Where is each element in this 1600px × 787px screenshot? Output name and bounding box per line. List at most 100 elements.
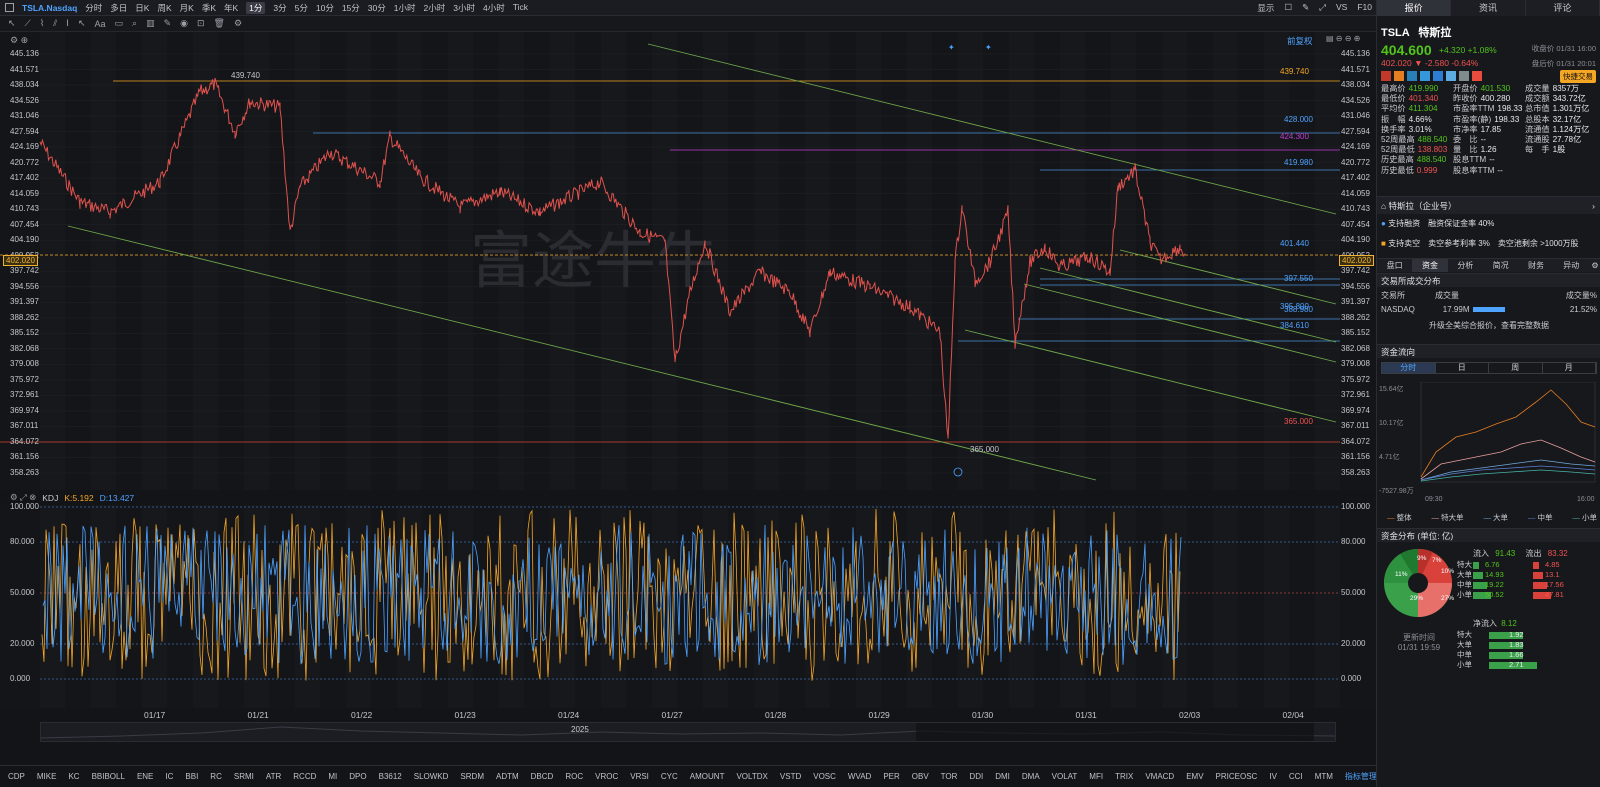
flow-legend-item[interactable]: — 中单	[1528, 512, 1553, 523]
indicator-mike[interactable]: MIKE	[37, 772, 57, 781]
indicator-trix[interactable]: TRIX	[1115, 772, 1133, 781]
tab-comments[interactable]: 评论	[1526, 0, 1600, 16]
indicator-iv[interactable]: IV	[1269, 772, 1277, 781]
indicator-ene[interactable]: ENE	[137, 772, 153, 781]
period-tab[interactable]: 多日	[110, 2, 127, 14]
flow-chart[interactable]	[1401, 382, 1597, 486]
period-tab[interactable]: 3小时	[453, 2, 475, 14]
indicator-bbi[interactable]: BBI	[185, 772, 198, 781]
flow-tab[interactable]: 月	[1543, 363, 1596, 373]
layout-icon[interactable]: ☐	[1284, 2, 1292, 14]
f10-button[interactable]: F10	[1357, 2, 1372, 14]
period-tab[interactable]: 季K	[202, 2, 216, 14]
period-tab[interactable]: 10分	[316, 2, 334, 14]
period-tab[interactable]: 分时	[85, 2, 102, 14]
subtab-settings-icon[interactable]: ⚙	[1589, 259, 1600, 272]
flow-tab[interactable]: 日	[1436, 363, 1489, 373]
option-icon[interactable]	[1394, 71, 1404, 81]
subtab[interactable]: 分析	[1448, 259, 1483, 272]
period-tab[interactable]: 月K	[180, 2, 194, 14]
lock-icon[interactable]: ⊡	[197, 18, 205, 29]
indicator-rccd[interactable]: RCCD	[293, 772, 316, 781]
marker-star-1-icon[interactable]: ✦	[948, 43, 955, 52]
indicator-amount[interactable]: AMOUNT	[690, 772, 725, 781]
period-tab[interactable]: 4小时	[483, 2, 505, 14]
indicator-dmi[interactable]: DMI	[995, 772, 1010, 781]
range-navigator[interactable]: 2025	[40, 722, 1336, 742]
period-tab[interactable]: 日K	[135, 2, 149, 14]
indicator-adtm[interactable]: ADTM	[496, 772, 519, 781]
display-menu[interactable]: 显示	[1257, 2, 1274, 14]
symbol-label[interactable]: TSLA.Nasdaq	[22, 3, 77, 13]
tab-news[interactable]: 资讯	[1451, 0, 1526, 16]
indicator-cci[interactable]: CCI	[1289, 772, 1303, 781]
indicator-dbcd[interactable]: DBCD	[531, 772, 554, 781]
indicator-kc[interactable]: KC	[68, 772, 79, 781]
trash-icon[interactable]: 🗑	[214, 18, 225, 29]
indicator-voltdx[interactable]: VOLTDX	[736, 772, 767, 781]
kdj-chart[interactable]	[0, 505, 1376, 708]
period-tab[interactable]: 周K	[157, 2, 171, 14]
price-chart[interactable]: 富途牛牛 439.740 365.000 439.740 428.000 424.3…	[0, 32, 1376, 490]
indicator-slowkd[interactable]: SLOWKD	[414, 772, 449, 781]
24h-icon[interactable]	[1407, 71, 1417, 81]
indicator-ic[interactable]: IC	[165, 772, 173, 781]
indicator-tor[interactable]: TOR	[941, 772, 958, 781]
fullscreen-icon[interactable]: ⤢	[1319, 2, 1326, 14]
indicator-vrsi[interactable]: VRSI	[630, 772, 649, 781]
flow-tab[interactable]: 周	[1489, 363, 1543, 373]
period-tab[interactable]: 1小时	[394, 2, 416, 14]
share-icon[interactable]	[1446, 71, 1456, 81]
indicator-srmi[interactable]: SRMI	[234, 772, 254, 781]
period-tab[interactable]: 3分	[273, 2, 286, 14]
company-row[interactable]: ⌂ 特斯拉（企业号） ›	[1377, 196, 1600, 214]
marker-star-2-icon[interactable]: ✦	[985, 43, 992, 52]
line-icon[interactable]: ⟋	[25, 18, 31, 29]
indicator-roc[interactable]: ROC	[565, 772, 583, 781]
indicator-per[interactable]: PER	[883, 772, 899, 781]
indicator-dma[interactable]: DMA	[1022, 772, 1040, 781]
indicator-wvad[interactable]: WVAD	[848, 772, 871, 781]
calendar-icon[interactable]	[1420, 71, 1430, 81]
subtab[interactable]: 简况	[1483, 259, 1518, 272]
sidebar-toggle-icon[interactable]	[5, 3, 14, 12]
indicator-emv[interactable]: EMV	[1186, 772, 1203, 781]
alert-icon[interactable]	[1459, 71, 1469, 81]
us-flag-icon[interactable]	[1381, 71, 1391, 81]
indicator-obv[interactable]: OBV	[912, 772, 929, 781]
indicator-mi[interactable]: MI	[328, 772, 337, 781]
indicator-volat[interactable]: VOLAT	[1052, 772, 1078, 781]
indicator-b3612[interactable]: B3612	[379, 772, 402, 781]
indicator-指标管理[interactable]: 指标管理	[1345, 771, 1377, 782]
flow-legend-item[interactable]: — 整体	[1387, 512, 1412, 523]
indicator-priceosc[interactable]: PRICEOSC	[1216, 772, 1258, 781]
eye-icon[interactable]: ◉	[180, 18, 188, 29]
indicator-bbiboll[interactable]: BBIBOLL	[92, 772, 125, 781]
period-tab[interactable]: 1分	[246, 1, 266, 14]
cursor-icon[interactable]: ↖	[8, 18, 16, 29]
indicator-cdp[interactable]: CDP	[8, 772, 25, 781]
indicator-dpo[interactable]: DPO	[349, 772, 366, 781]
indicator-vosc[interactable]: VOSC	[813, 772, 836, 781]
flow-tab[interactable]: 分时	[1382, 363, 1436, 373]
tab-quote[interactable]: 报价	[1377, 0, 1452, 16]
period-tab[interactable]: 30分	[368, 2, 386, 14]
indicator-vmacd[interactable]: VMACD	[1145, 772, 1174, 781]
pen-icon[interactable]: ✎	[1302, 2, 1309, 14]
period-tab[interactable]: Tick	[513, 2, 528, 14]
indicator-vstd[interactable]: VSTD	[780, 772, 801, 781]
text-icon[interactable]: Aa	[94, 19, 105, 29]
subtab[interactable]: 异动	[1554, 259, 1589, 272]
zoom-icon[interactable]: ⌕	[132, 18, 137, 29]
indicator-ddi[interactable]: DDI	[969, 772, 983, 781]
channel-icon[interactable]: ⫽	[53, 18, 57, 29]
indicator-mfi[interactable]: MFI	[1089, 772, 1103, 781]
heart-icon[interactable]	[1472, 71, 1482, 81]
chart-window-controls-icon[interactable]: ▤ ⊖ ⊖ ⊕	[1326, 34, 1360, 43]
indicator-rc[interactable]: RC	[210, 772, 222, 781]
arrow-icon[interactable]: ↖	[78, 18, 86, 29]
kdj-name[interactable]: KDJ	[42, 493, 58, 503]
subtab[interactable]: 盘口	[1377, 259, 1412, 272]
indicator-vroc[interactable]: VROC	[595, 772, 618, 781]
chart-settings-icon[interactable]: ⚙ ⊕	[10, 35, 28, 46]
